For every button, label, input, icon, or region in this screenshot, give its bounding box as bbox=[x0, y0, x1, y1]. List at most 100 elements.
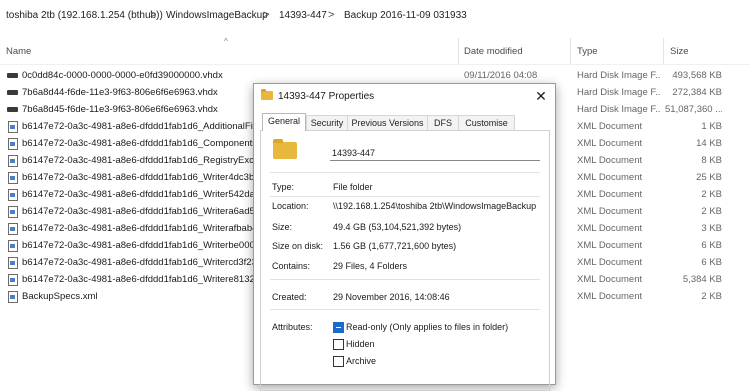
breadcrumb-item-14393-447[interactable]: 14393-447 bbox=[279, 10, 327, 21]
vhdx-file-icon bbox=[7, 90, 18, 95]
dialog-title-bar[interactable]: 14393-447 Properties ✕ bbox=[254, 84, 555, 109]
breadcrumb-item-windowsimagebackup[interactable]: WindowsImageBackup bbox=[166, 10, 268, 21]
chevron-right-icon[interactable]: > bbox=[150, 9, 156, 21]
readonly-checkbox[interactable] bbox=[333, 322, 344, 333]
file-type: XML Document bbox=[577, 189, 643, 200]
file-type: XML Document bbox=[577, 291, 643, 302]
sort-ascending-icon: ^ bbox=[224, 37, 228, 46]
column-header-size[interactable]: Size bbox=[670, 46, 688, 57]
file-size: 25 KB bbox=[696, 172, 722, 183]
column-divider[interactable] bbox=[663, 38, 664, 64]
file-size: 272,384 KB bbox=[672, 87, 722, 98]
xml-file-icon bbox=[8, 223, 18, 235]
tab-previous-versions[interactable]: Previous Versions bbox=[347, 115, 428, 130]
file-size: 6 KB bbox=[701, 240, 722, 251]
file-type: XML Document bbox=[577, 240, 643, 251]
file-name: b6147e72-0a3c-4981-a8e6-dfddd1fab1d6_Wri… bbox=[22, 206, 254, 217]
file-size: 3 KB bbox=[701, 223, 722, 234]
divider bbox=[270, 309, 540, 310]
file-name: 7b6a8d45-f6de-11e3-9f63-806e6f6e6963.vhd… bbox=[22, 104, 218, 115]
vhdx-file-icon bbox=[7, 73, 18, 78]
xml-file-icon bbox=[8, 172, 18, 184]
hidden-checkbox[interactable] bbox=[333, 339, 344, 350]
tab-dfs[interactable]: DFS bbox=[427, 115, 459, 130]
column-header-type[interactable]: Type bbox=[577, 46, 598, 57]
hidden-label[interactable]: Hidden bbox=[346, 339, 375, 349]
divider bbox=[270, 196, 540, 197]
file-size: 1 KB bbox=[701, 121, 722, 132]
file-size: 2 KB bbox=[701, 291, 722, 302]
file-type: XML Document bbox=[577, 155, 643, 166]
close-icon[interactable]: ✕ bbox=[531, 87, 551, 105]
file-type: XML Document bbox=[577, 274, 643, 285]
contains-label: Contains: bbox=[272, 261, 311, 271]
file-type: XML Document bbox=[577, 172, 643, 183]
contains-value: 29 Files, 4 Folders bbox=[333, 261, 408, 271]
file-type: XML Document bbox=[577, 206, 643, 217]
tab-bar: General Security Previous Versions DFS C… bbox=[260, 113, 550, 131]
properties-dialog: 14393-447 Properties ✕ General Security … bbox=[253, 83, 556, 391]
column-header-name[interactable]: Name bbox=[6, 46, 31, 57]
file-type: XML Document bbox=[577, 121, 643, 132]
file-name: 7b6a8d44-f6de-11e3-9f63-806e6f6e6963.vhd… bbox=[22, 87, 218, 98]
vhdx-file-icon bbox=[7, 107, 18, 112]
archive-checkbox[interactable] bbox=[333, 356, 344, 367]
chevron-right-icon[interactable]: > bbox=[263, 9, 269, 21]
xml-file-icon bbox=[8, 240, 18, 252]
divider bbox=[270, 172, 540, 173]
type-label: Type: bbox=[272, 182, 295, 192]
divider bbox=[270, 279, 540, 280]
file-date: 09/11/2016 04:08 bbox=[464, 70, 538, 81]
folder-icon bbox=[273, 139, 297, 159]
archive-label[interactable]: Archive bbox=[346, 356, 376, 366]
xml-file-icon bbox=[8, 274, 18, 286]
chevron-right-icon[interactable]: > bbox=[328, 9, 334, 21]
xml-file-icon bbox=[8, 138, 18, 150]
file-name: BackupSpecs.xml bbox=[22, 291, 98, 302]
tab-security[interactable]: Security bbox=[306, 115, 348, 130]
column-header-date[interactable]: Date modified bbox=[464, 46, 523, 57]
size-label: Size: bbox=[272, 222, 293, 232]
folder-name-field[interactable] bbox=[330, 145, 540, 161]
attributes-label: Attributes: bbox=[272, 322, 313, 332]
file-type: Hard Disk Image F... bbox=[577, 87, 661, 98]
file-size: 51,087,360 ... bbox=[665, 104, 722, 115]
file-name: b6147e72-0a3c-4981-a8e6-dfddd1fab1d6_Add… bbox=[22, 121, 254, 132]
file-name: b6147e72-0a3c-4981-a8e6-dfddd1fab1d6_Com… bbox=[22, 138, 254, 149]
file-name: b6147e72-0a3c-4981-a8e6-dfddd1fab1d6_Wri… bbox=[22, 274, 254, 285]
column-divider[interactable] bbox=[458, 38, 459, 64]
xml-file-icon bbox=[8, 206, 18, 218]
xml-file-icon bbox=[8, 291, 18, 303]
file-name: b6147e72-0a3c-4981-a8e6-dfddd1fab1d6_Wri… bbox=[22, 172, 254, 183]
size-value: 49.4 GB (53,104,521,392 bytes) bbox=[333, 222, 462, 232]
tab-general[interactable]: General bbox=[262, 113, 306, 131]
tab-customise[interactable]: Customise bbox=[458, 115, 515, 130]
xml-file-icon bbox=[8, 189, 18, 201]
xml-file-icon bbox=[8, 257, 18, 269]
file-type: Hard Disk Image F... bbox=[577, 70, 661, 81]
file-name: b6147e72-0a3c-4981-a8e6-dfddd1fab1d6_Wri… bbox=[22, 257, 254, 268]
file-type: XML Document bbox=[577, 138, 643, 149]
folder-icon bbox=[261, 89, 273, 100]
dialog-title: 14393-447 Properties bbox=[278, 91, 375, 102]
address-bar: toshiba 2tb (192.168.1.254 (bthub)) > Wi… bbox=[0, 0, 750, 34]
created-value: 29 November 2016, 14:08:46 bbox=[333, 292, 450, 302]
breadcrumb-item-backup-folder[interactable]: Backup 2016-11-09 031933 bbox=[344, 10, 467, 21]
file-size: 6 KB bbox=[701, 257, 722, 268]
file-type: Hard Disk Image F... bbox=[577, 104, 661, 115]
breadcrumb-item-drive[interactable]: toshiba 2tb (192.168.1.254 (bthub)) bbox=[6, 10, 163, 21]
file-name: b6147e72-0a3c-4981-a8e6-dfddd1fab1d6_Wri… bbox=[22, 223, 254, 234]
file-row[interactable]: 0c0dd84c-0000-0000-0000-e0fd39000000.vhd… bbox=[0, 67, 750, 84]
file-size: 493,568 KB bbox=[672, 70, 722, 81]
column-divider[interactable] bbox=[570, 38, 571, 64]
file-size: 2 KB bbox=[701, 189, 722, 200]
file-name: b6147e72-0a3c-4981-a8e6-dfddd1fab1d6_Wri… bbox=[22, 240, 254, 251]
location-label: Location: bbox=[272, 201, 309, 211]
xml-file-icon bbox=[8, 155, 18, 167]
column-header-row: ^ Name Date modified Type Size bbox=[0, 37, 750, 65]
size-on-disk-value: 1.56 GB (1,677,721,600 bytes) bbox=[333, 241, 457, 251]
file-type: XML Document bbox=[577, 257, 643, 268]
type-value: File folder bbox=[333, 182, 373, 192]
file-size: 2 KB bbox=[701, 206, 722, 217]
readonly-label[interactable]: Read-only (Only applies to files in fold… bbox=[346, 322, 508, 332]
